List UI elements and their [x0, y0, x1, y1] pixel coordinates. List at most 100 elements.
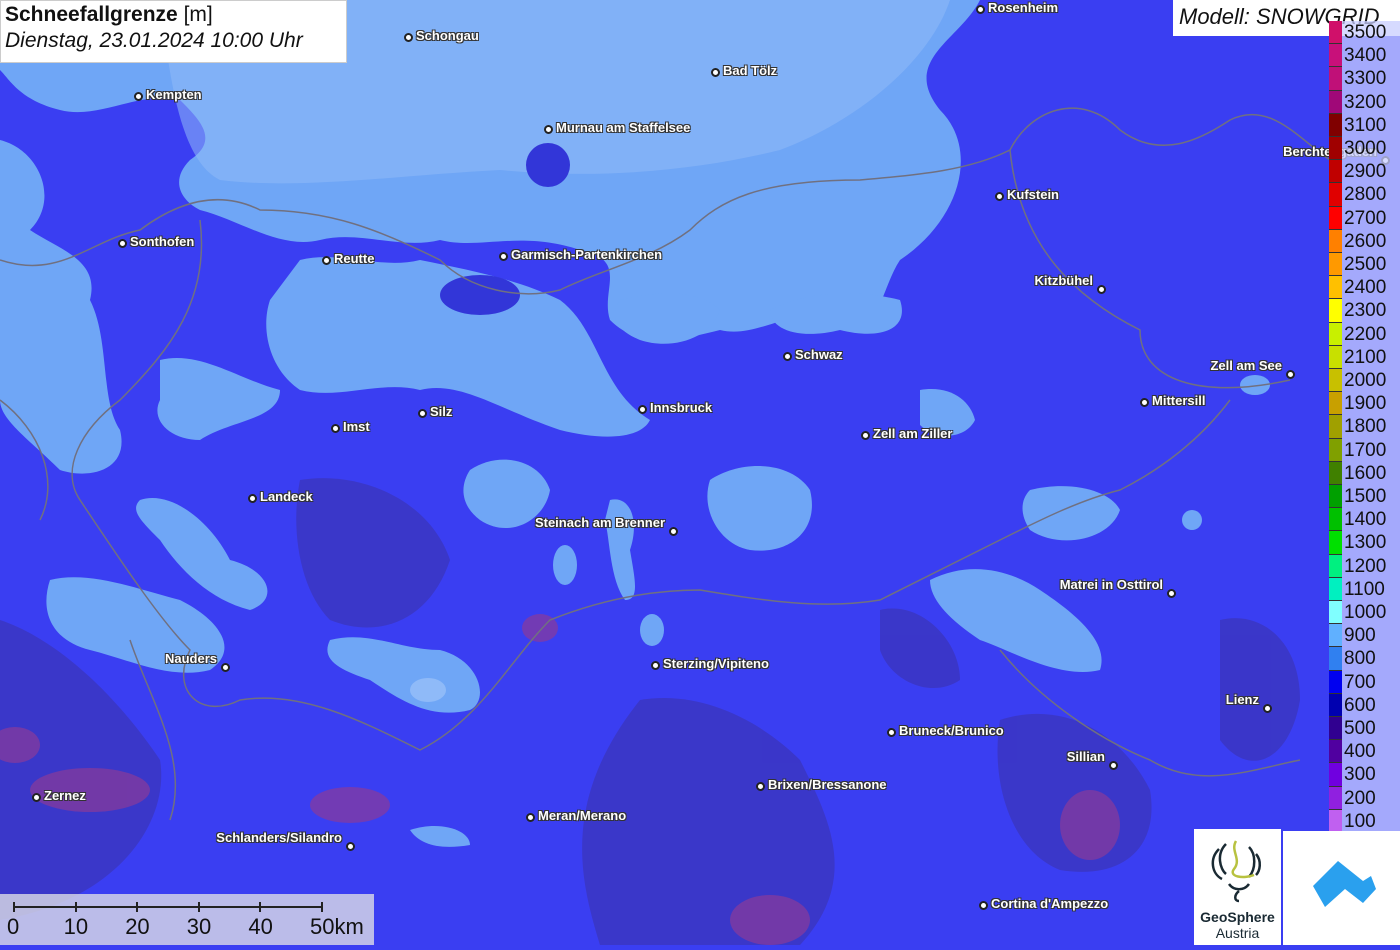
legend-swatch	[1329, 44, 1342, 68]
map-title: Schneefallgrenze	[5, 3, 178, 26]
legend-swatch	[1329, 253, 1342, 277]
legend-swatch	[1329, 531, 1342, 555]
city-marker[interactable]	[651, 661, 660, 670]
city-marker[interactable]	[1140, 398, 1149, 407]
geosphere-logo[interactable]: GeoSphere Austria	[1194, 829, 1281, 945]
legend-label: 900	[1342, 624, 1400, 648]
legend-item: 500	[1329, 717, 1400, 741]
legend-label: 200	[1342, 786, 1400, 810]
scale-line	[14, 906, 322, 908]
city-marker[interactable]	[526, 813, 535, 822]
legend-label: 2200	[1342, 322, 1400, 346]
city-marker[interactable]	[887, 728, 896, 737]
city-marker[interactable]	[221, 663, 230, 672]
city-marker[interactable]	[995, 192, 1004, 201]
legend-item: 100	[1329, 809, 1400, 833]
legend-swatch	[1329, 786, 1342, 810]
legend-item: 300	[1329, 763, 1400, 787]
scale-label: 0	[7, 914, 20, 939]
legend-label: 3500	[1342, 21, 1400, 45]
city-label: Sterzing/Vipiteno	[663, 656, 769, 671]
scale-label: 20	[125, 914, 150, 939]
city-marker[interactable]	[1286, 370, 1295, 379]
legend-item: 3500	[1329, 21, 1400, 45]
legend-label: 3300	[1342, 67, 1400, 91]
city-marker[interactable]	[322, 256, 331, 265]
city-marker[interactable]	[248, 494, 257, 503]
legend-item: 2000	[1329, 369, 1400, 393]
legend-label: 3200	[1342, 90, 1400, 114]
city-marker[interactable]	[861, 431, 870, 440]
map-title-unit: [m]	[183, 3, 213, 26]
city-label: Imst	[343, 419, 370, 434]
city-label: Zell am Ziller	[873, 426, 953, 441]
city-label: Landeck	[260, 489, 313, 504]
city-marker[interactable]	[756, 782, 765, 791]
legend-swatch	[1329, 206, 1342, 230]
legend-item: 900	[1329, 624, 1400, 648]
city-label: Reutte	[334, 251, 375, 266]
legend-item: 2400	[1329, 276, 1400, 300]
legend-swatch	[1329, 508, 1342, 532]
legend-swatch	[1329, 647, 1342, 671]
legend-item: 1500	[1329, 485, 1400, 509]
scale-tick	[13, 902, 15, 912]
legend-label: 1000	[1342, 601, 1400, 625]
legend-label: 1900	[1342, 392, 1400, 416]
scale-bar: 0 10 20 30 40 50km	[0, 894, 374, 945]
legend-label: 2100	[1342, 345, 1400, 369]
legend-label: 300	[1342, 763, 1400, 787]
legend-label: 700	[1342, 670, 1400, 694]
city-marker[interactable]	[1263, 704, 1272, 713]
legend-label: 2700	[1342, 206, 1400, 230]
legend-label: 100	[1342, 809, 1400, 833]
snowgrid-logo[interactable]	[1283, 831, 1400, 945]
legend-item: 700	[1329, 670, 1400, 694]
map-title-box: Schneefallgrenze [m] Dienstag, 23.01.202…	[0, 0, 347, 63]
city-marker[interactable]	[118, 239, 127, 248]
city-marker[interactable]	[669, 527, 678, 536]
legend-swatch	[1329, 693, 1342, 717]
city-marker[interactable]	[32, 793, 41, 802]
legend-label: 2800	[1342, 183, 1400, 207]
city-marker[interactable]	[638, 405, 647, 414]
city-label: Nauders	[164, 651, 217, 666]
city-marker[interactable]	[976, 5, 985, 14]
legend-label: 600	[1342, 693, 1400, 717]
legend-label: 2400	[1342, 276, 1400, 300]
city-marker[interactable]	[1097, 285, 1106, 294]
city-label: Meran/Merano	[538, 808, 627, 823]
legend-swatch	[1329, 415, 1342, 439]
city-label: Sillian	[1066, 749, 1105, 764]
city-marker[interactable]	[1109, 761, 1118, 770]
city-marker[interactable]	[134, 92, 143, 101]
legend-item: 2300	[1329, 299, 1400, 323]
city-marker[interactable]	[346, 842, 355, 851]
city-marker[interactable]	[418, 409, 427, 418]
snowline-map[interactable]	[0, 0, 1400, 945]
legend-swatch	[1329, 670, 1342, 694]
legend-swatch	[1329, 137, 1342, 161]
city-marker[interactable]	[499, 252, 508, 261]
legend-item: 1600	[1329, 461, 1400, 485]
legend-item: 2900	[1329, 160, 1400, 184]
city-label: Cortina d'Ampezzo	[991, 896, 1109, 911]
legend-label: 1100	[1342, 577, 1400, 601]
legend-item: 1400	[1329, 508, 1400, 532]
city-marker[interactable]	[1167, 589, 1176, 598]
legend-swatch	[1329, 276, 1342, 300]
city-marker[interactable]	[783, 352, 792, 361]
legend-label: 3400	[1342, 44, 1400, 68]
legend-label: 2300	[1342, 299, 1400, 323]
city-label: Schwaz	[795, 347, 843, 362]
legend-label: 1400	[1342, 508, 1400, 532]
city-marker[interactable]	[331, 424, 340, 433]
city-marker[interactable]	[404, 33, 413, 42]
legend-swatch	[1329, 113, 1342, 137]
city-marker[interactable]	[979, 901, 988, 910]
city-marker[interactable]	[544, 125, 553, 134]
snowgrid-mountain-icon	[1313, 861, 1376, 907]
legend-item: 2600	[1329, 229, 1400, 253]
city-marker[interactable]	[711, 68, 720, 77]
city-label: Schlanders/Silandro	[216, 830, 342, 845]
